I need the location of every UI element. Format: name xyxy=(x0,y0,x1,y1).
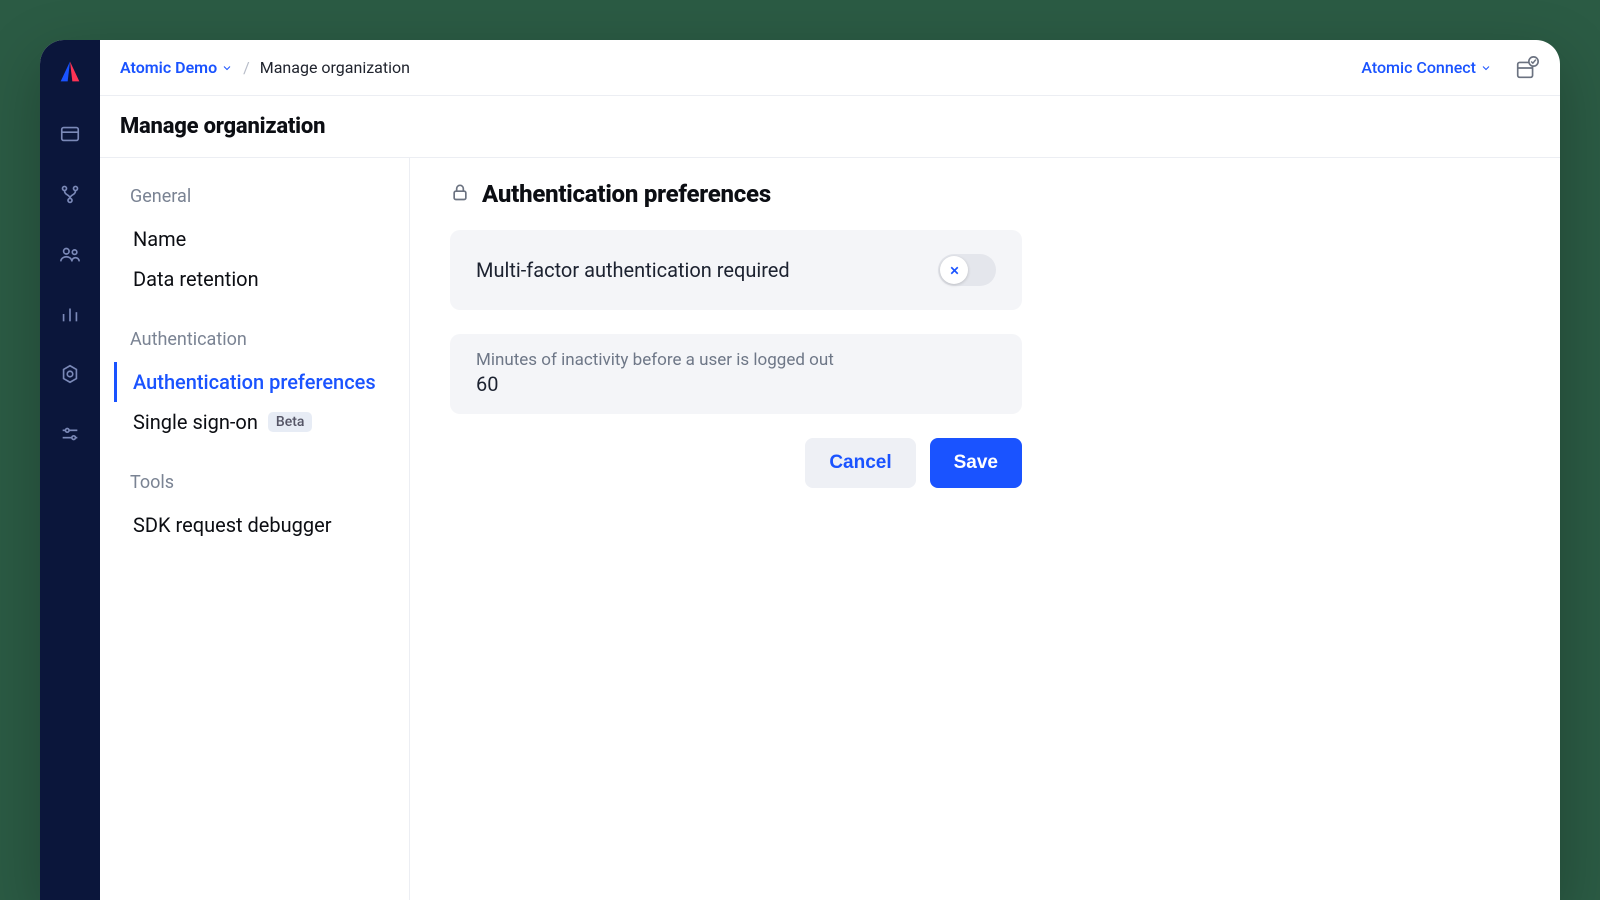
content-area: Authentication preferences Multi-factor … xyxy=(410,158,1560,900)
main-column: Atomic Demo / Manage organization Atomic… xyxy=(100,40,1560,900)
nav-item-label: Authentication preferences xyxy=(133,370,376,394)
mfa-label: Multi-factor authentication required xyxy=(476,258,790,282)
timeout-value: 60 xyxy=(476,372,498,396)
sliders-icon[interactable] xyxy=(58,422,82,446)
panel-stack: Multi-factor authentication required xyxy=(450,230,1022,488)
section-heading: Authentication preferences xyxy=(450,180,1520,208)
nav-item-auth-prefs[interactable]: Authentication preferences xyxy=(114,362,395,402)
environment-switcher[interactable]: Atomic Connect xyxy=(1361,58,1492,77)
branch-icon[interactable] xyxy=(58,182,82,206)
nav-section-tools: Tools xyxy=(130,472,395,493)
nav-item-label: SDK request debugger xyxy=(133,513,332,537)
button-row: Cancel Save xyxy=(450,438,1022,488)
notifications-icon[interactable] xyxy=(1514,55,1540,81)
mfa-panel: Multi-factor authentication required xyxy=(450,230,1022,310)
breadcrumb-separator: / xyxy=(243,58,250,77)
analytics-icon[interactable] xyxy=(58,302,82,326)
nav-item-name[interactable]: Name xyxy=(114,219,395,259)
org-name: Atomic Demo xyxy=(120,58,217,77)
page-body: General Name Data retention Authenticati… xyxy=(100,158,1560,900)
cancel-button[interactable]: Cancel xyxy=(805,438,915,488)
nav-item-label: Name xyxy=(133,227,186,251)
nav-item-sdk-debugger[interactable]: SDK request debugger xyxy=(114,505,395,545)
environment-name: Atomic Connect xyxy=(1361,58,1476,77)
toggle-knob xyxy=(940,256,968,284)
save-button[interactable]: Save xyxy=(930,438,1022,488)
nav-item-sso[interactable]: Single sign-on Beta xyxy=(114,402,395,442)
nav-item-label: Single sign-on xyxy=(133,410,258,434)
left-rail xyxy=(40,40,100,900)
breadcrumb-page: Manage organization xyxy=(260,58,410,77)
top-bar-right: Atomic Connect xyxy=(1361,55,1540,81)
chevron-down-icon xyxy=(221,62,233,74)
section-title: Authentication preferences xyxy=(482,180,771,208)
users-icon[interactable] xyxy=(58,242,82,266)
app-logo[interactable] xyxy=(56,58,84,86)
mfa-toggle[interactable] xyxy=(938,254,996,286)
close-icon xyxy=(948,264,961,277)
nav-item-label: Data retention xyxy=(133,267,259,291)
settings-nav: General Name Data retention Authenticati… xyxy=(100,158,410,900)
org-switcher[interactable]: Atomic Demo xyxy=(120,58,233,77)
chevron-down-icon xyxy=(1480,62,1492,74)
nav-section-general: General xyxy=(130,186,395,207)
stage: Atomic Demo / Manage organization Atomic… xyxy=(0,0,1600,900)
app-window: Atomic Demo / Manage organization Atomic… xyxy=(40,40,1560,900)
timeout-label: Minutes of inactivity before a user is l… xyxy=(476,350,834,370)
nav-item-data-retention[interactable]: Data retention xyxy=(114,259,395,299)
breadcrumb: Atomic Demo / Manage organization xyxy=(120,58,410,77)
lock-icon xyxy=(450,181,470,207)
cards-icon[interactable] xyxy=(58,122,82,146)
beta-badge: Beta xyxy=(268,412,313,432)
nav-section-authentication: Authentication xyxy=(130,329,395,350)
page-title-bar: Manage organization xyxy=(100,96,1560,158)
top-bar: Atomic Demo / Manage organization Atomic… xyxy=(100,40,1560,96)
settings-icon[interactable] xyxy=(58,362,82,386)
timeout-panel[interactable]: Minutes of inactivity before a user is l… xyxy=(450,334,1022,414)
page-title: Manage organization xyxy=(120,114,1540,139)
